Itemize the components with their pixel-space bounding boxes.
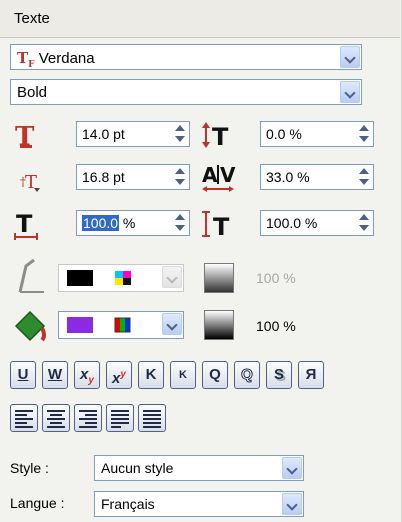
font-style-value: Bold	[17, 84, 48, 101]
leading-value: 16.8 pt	[82, 169, 125, 185]
horizontal-scale-spinner[interactable]: 100.0 %	[76, 210, 190, 236]
style-select[interactable]: Aucun style	[94, 455, 304, 481]
language-select[interactable]: Français	[94, 491, 304, 517]
kerning-spinner[interactable]: 33.0 %	[260, 164, 374, 190]
horizontal-scale-icon: T	[14, 210, 38, 240]
style-value: Aucun style	[101, 460, 174, 476]
language-label: Langue :	[10, 495, 65, 511]
panel-title: Texte	[14, 10, 50, 27]
svg-text:V: V	[220, 163, 236, 187]
text-panel: Texte TF Verdana Bold T 14.0 pt T 0.0 % …	[0, 0, 402, 522]
stroke-gradient-swatch[interactable]	[204, 263, 234, 293]
style-label: Style :	[10, 460, 49, 476]
align-left-button[interactable]	[10, 404, 38, 432]
fill-color-dropdown-button[interactable]	[162, 313, 182, 335]
justify-left-button[interactable]	[106, 404, 134, 432]
align-right-button[interactable]	[74, 404, 102, 432]
baseline-shift-icon: T	[202, 122, 229, 151]
vertical-scale-spin-buttons[interactable]	[357, 213, 371, 233]
justify-all-button[interactable]	[138, 404, 166, 432]
word-underline-button[interactable]: W	[42, 361, 68, 389]
fill-color-select[interactable]	[58, 311, 184, 339]
mirror-button[interactable]: Я	[298, 361, 324, 389]
panel-header: Texte	[0, 0, 400, 38]
font-size-icon: T	[15, 122, 35, 152]
font-family-value: Verdana	[38, 50, 95, 67]
font-size-value: 14.0 pt	[82, 126, 125, 142]
fill-bucket-icon	[14, 310, 46, 342]
font-style-select[interactable]: Bold	[10, 79, 362, 105]
svg-text:A: A	[202, 163, 218, 187]
align-center-icon	[47, 410, 65, 428]
svg-text:T: T	[25, 172, 37, 193]
style-dropdown-button[interactable]	[282, 457, 302, 479]
align-right-icon	[79, 410, 97, 428]
vertical-scale-spinner[interactable]: 100.0 %	[260, 210, 374, 236]
kerning-icon: A V	[202, 163, 236, 192]
baseline-shift-spinner[interactable]: 0.0 %	[260, 121, 374, 147]
stroke-color-select[interactable]	[58, 264, 184, 292]
leading-spin-buttons[interactable]	[173, 167, 187, 187]
strikethrough-button[interactable]: Q	[202, 361, 228, 389]
align-center-button[interactable]	[42, 404, 70, 432]
svg-text:T: T	[16, 210, 33, 238]
horizontal-scale-spin-buttons[interactable]	[173, 213, 187, 233]
kerning-value: 33.0 %	[266, 169, 310, 185]
underline-button[interactable]: U	[10, 361, 36, 389]
horizontal-scale-unit: %	[119, 215, 136, 231]
stroke-percent: 100 %	[256, 270, 296, 286]
fill-gradient-swatch[interactable]	[204, 310, 234, 340]
stroke-color-dropdown-button[interactable]	[162, 266, 182, 288]
fill-color-swatch	[67, 317, 93, 333]
svg-text:T: T	[213, 213, 230, 241]
leading-icon: † T	[20, 172, 40, 193]
lowercase-button[interactable]: K	[170, 361, 196, 389]
align-left-icon	[15, 410, 33, 428]
font-size-spinner[interactable]: 14.0 pt	[76, 121, 190, 147]
leading-spinner[interactable]: 16.8 pt	[76, 164, 190, 190]
outline-button[interactable]: Q	[234, 361, 260, 389]
vertical-scale-value: 100.0 %	[266, 215, 318, 231]
baseline-shift-value: 0.0 %	[266, 126, 302, 142]
baseline-shift-spin-buttons[interactable]	[357, 124, 371, 144]
kerning-spin-buttons[interactable]	[357, 167, 371, 187]
shadow-button[interactable]: S	[266, 361, 292, 389]
fill-percent: 100 %	[256, 318, 296, 334]
small-caps-button[interactable]: K	[138, 361, 164, 389]
color-spectrum-icon	[114, 317, 131, 333]
svg-text:T: T	[212, 123, 229, 151]
font-type-icon: TF	[17, 49, 35, 70]
horizontal-scale-selected-value: 100.0	[82, 215, 120, 231]
font-size-spin-buttons[interactable]	[173, 124, 187, 144]
vertical-scale-icon: T	[202, 211, 230, 241]
stroke-color-swatch	[67, 270, 93, 286]
color-palette-icon	[115, 271, 131, 285]
font-family-select[interactable]: TF Verdana	[10, 44, 362, 70]
stroke-pen-icon	[18, 258, 44, 293]
font-family-dropdown-button[interactable]	[340, 46, 360, 68]
justify-left-icon	[111, 410, 129, 428]
subscript-button[interactable]: xy	[74, 361, 100, 389]
justify-all-icon	[143, 410, 161, 428]
language-value: Français	[101, 496, 155, 512]
language-dropdown-button[interactable]	[282, 493, 302, 515]
font-style-dropdown-button[interactable]	[340, 81, 360, 103]
superscript-button[interactable]: xy	[106, 361, 132, 389]
